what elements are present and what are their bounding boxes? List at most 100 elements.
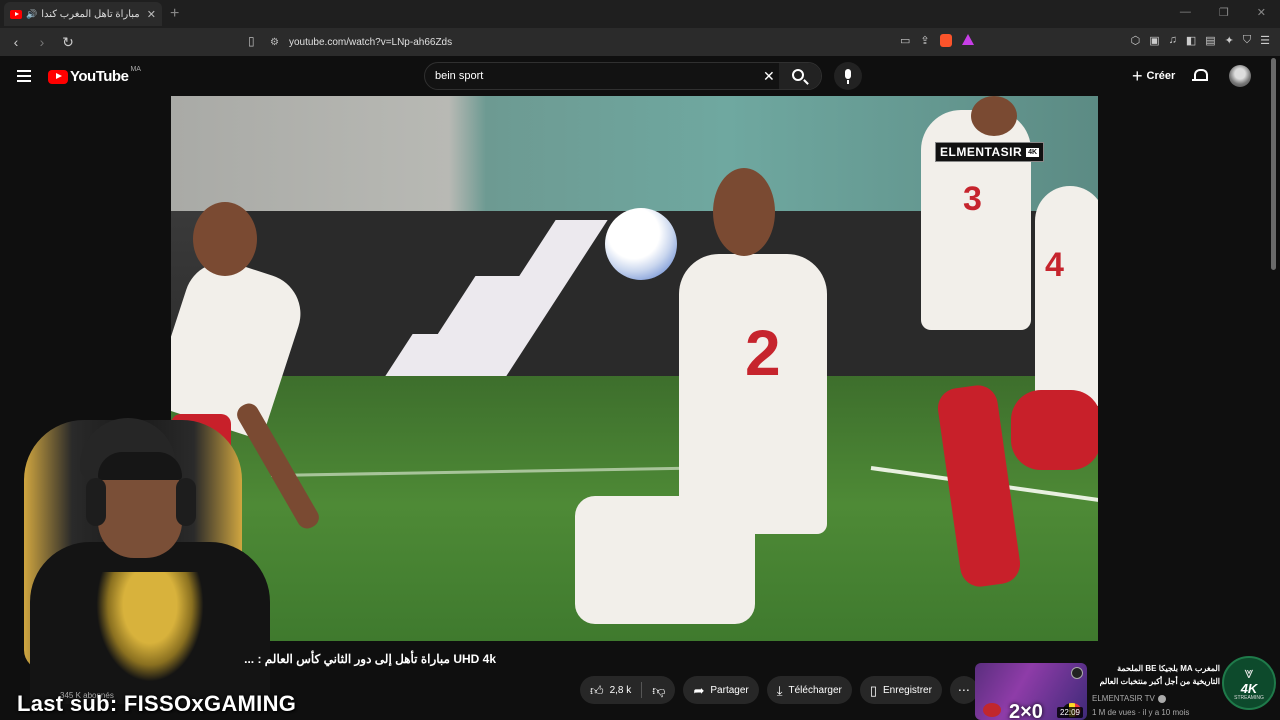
player-shorts	[575, 496, 755, 624]
notifications-icon[interactable]	[1192, 69, 1208, 83]
vpn-icon[interactable]: ⛉	[1243, 34, 1251, 47]
close-window-button[interactable]: ✕	[1257, 6, 1266, 19]
like-dislike-group: 👍︎ 2,8 k 👎︎	[580, 676, 676, 704]
guide-menu-icon[interactable]	[17, 70, 31, 82]
youtube-logo-icon	[48, 69, 68, 84]
related-video-thumbnail[interactable]: 2×0 22:09	[975, 663, 1087, 720]
youtube-header: YouTube MA bein sport ✕ + Créer	[0, 56, 1280, 96]
menu-icon[interactable]: ☰	[1260, 34, 1270, 47]
site-settings-icon[interactable]: ⚙	[270, 37, 279, 48]
thumbnail-score: 2×0	[1009, 701, 1043, 720]
browser-tab-strip: 🔊 مباراة تأهل المغرب كندا MA CA ✕ + — ❐ …	[0, 0, 1280, 28]
brave-shield-icon[interactable]	[939, 34, 952, 47]
logo-text-4k: 4K	[1240, 680, 1258, 696]
leo-icon[interactable]: ✦	[1225, 34, 1234, 47]
extensions-icon[interactable]: ⬡	[1131, 34, 1141, 47]
plus-icon: +	[1132, 65, 1143, 86]
tab-close-icon[interactable]: ✕	[147, 8, 156, 21]
thumbs-up-icon: 👍︎	[590, 682, 604, 698]
video-player[interactable]: 2 3 4 ELMENTASIR 4K	[171, 96, 1098, 641]
dislike-button[interactable]: 👎︎	[642, 676, 675, 704]
save-label: Enregistrer	[883, 684, 932, 696]
address-bar[interactable]: ⚙ youtube.com/watch?v=LNp-ah66Zds	[270, 32, 990, 52]
back-icon[interactable]: ‹	[6, 34, 26, 50]
bookmark-icon[interactable]: ▯	[248, 34, 255, 48]
shirt-print	[96, 572, 204, 682]
speaker-icon[interactable]: 🔊	[26, 9, 37, 19]
related-channel[interactable]: ELMENTASIR TV	[1092, 694, 1166, 703]
share-button[interactable]: ➦ Partager	[683, 676, 759, 704]
channel-watermark: ELMENTASIR 4K	[935, 142, 1045, 162]
search-button[interactable]	[779, 63, 821, 89]
player-center: 2	[679, 254, 827, 534]
url-text: youtube.com/watch?v=LNp-ah66Zds	[288, 36, 453, 48]
jersey-number: 4	[1045, 246, 1064, 284]
music-icon[interactable]: ♫	[1169, 34, 1177, 47]
search-input[interactable]: bein sport	[435, 70, 483, 82]
opponent-player	[1011, 390, 1098, 470]
screen: 🔊 مباراة تأهل المغرب كندا MA CA ✕ + — ❐ …	[0, 0, 1280, 720]
logo-subtext: STREAMING	[1234, 694, 1264, 701]
like-count: 2,8 k	[609, 684, 632, 696]
jersey-number: 3	[963, 180, 982, 218]
maximize-button[interactable]: ❐	[1219, 6, 1229, 19]
watermark-badge: 4K	[1026, 147, 1040, 157]
create-label: Créer	[1146, 70, 1176, 82]
voice-search-icon[interactable]	[834, 62, 862, 90]
minimize-button[interactable]: —	[1180, 6, 1191, 19]
country-code: MA	[130, 66, 141, 73]
bookmark-save-icon: ▯	[869, 682, 878, 698]
watermark-text: ELMENTASIR	[940, 145, 1023, 159]
search-box[interactable]: bein sport ✕	[424, 62, 822, 90]
browser-toolbar: ‹ › ↻ ▯ ⚙ youtube.com/watch?v=LNp-ah66Zd…	[0, 28, 1280, 56]
eagle-icon: ⩔	[1244, 664, 1254, 682]
morocco-flag-icon	[983, 703, 1001, 717]
address-actions: ▭ ⇪	[900, 34, 974, 47]
player-far-right: 4	[1035, 186, 1098, 406]
video-title: UHD 4k مباراة تأهل إلى دور الثاني كأس ال…	[244, 652, 496, 666]
share-label: Partager	[710, 684, 749, 696]
related-channel-name: ELMENTASIR TV	[1092, 694, 1155, 703]
headset-right	[176, 478, 196, 526]
verified-icon	[1157, 694, 1166, 703]
player-head	[193, 202, 257, 276]
tab-title: مباراة تأهل المغرب كندا MA CA	[41, 8, 143, 20]
youtube-logo[interactable]: YouTube MA	[48, 66, 141, 85]
share-page-icon[interactable]: ⇪	[920, 34, 929, 47]
football	[605, 208, 677, 280]
wallet-icon[interactable]: ▤	[1205, 34, 1215, 47]
account-avatar[interactable]	[1229, 65, 1251, 87]
download-icon: ⤓	[776, 682, 783, 698]
create-button[interactable]: + Créer	[1126, 62, 1181, 90]
window-controls: — ❐ ✕	[1180, 6, 1266, 19]
forward-icon[interactable]: ›	[32, 34, 52, 50]
sidebar-icon[interactable]: ◧	[1186, 34, 1196, 47]
browser-tab[interactable]: 🔊 مباراة تأهل المغرب كندا MA CA ✕	[4, 2, 162, 26]
save-button[interactable]: ▯ Enregistrer	[859, 676, 942, 704]
youtube-favicon-icon	[10, 9, 22, 19]
headset-left	[86, 478, 106, 526]
reload-icon[interactable]: ↻	[58, 34, 78, 51]
video-duration: 22:09	[1056, 707, 1083, 718]
share-icon: ➦	[693, 682, 705, 698]
more-actions-button[interactable]: ⋯	[949, 676, 978, 704]
streamer-hair	[98, 452, 182, 480]
stream-logo: ⩔ 4K STREAMING	[1222, 656, 1276, 710]
download-label: Télécharger	[788, 684, 842, 696]
new-tab-button[interactable]: +	[170, 5, 179, 23]
clear-search-icon[interactable]: ✕	[763, 68, 775, 85]
thumbs-down-icon: 👎︎	[652, 682, 666, 698]
related-video-title[interactable]: المغرب MA بلجيكا BE الملحمة التاريخية من…	[1092, 662, 1220, 688]
download-button[interactable]: ⤓ Télécharger	[766, 676, 852, 704]
search-icon	[792, 69, 804, 81]
player-head	[971, 96, 1017, 136]
brave-rewards-icon[interactable]	[961, 34, 974, 45]
jersey-number: 2	[745, 317, 781, 389]
player-head	[713, 168, 775, 256]
cast-icon[interactable]: ▭	[900, 34, 910, 47]
last-sub-overlay: Last sub: FISSOxGAMING	[17, 691, 297, 716]
like-button[interactable]: 👍︎ 2,8 k	[580, 676, 641, 704]
extension-icons: ⬡ ▣ ♫ ◧ ▤ ✦ ⛉ ☰	[1131, 34, 1270, 47]
page-scrollbar[interactable]	[1271, 58, 1276, 270]
screenshot-icon[interactable]: ▣	[1149, 34, 1159, 47]
